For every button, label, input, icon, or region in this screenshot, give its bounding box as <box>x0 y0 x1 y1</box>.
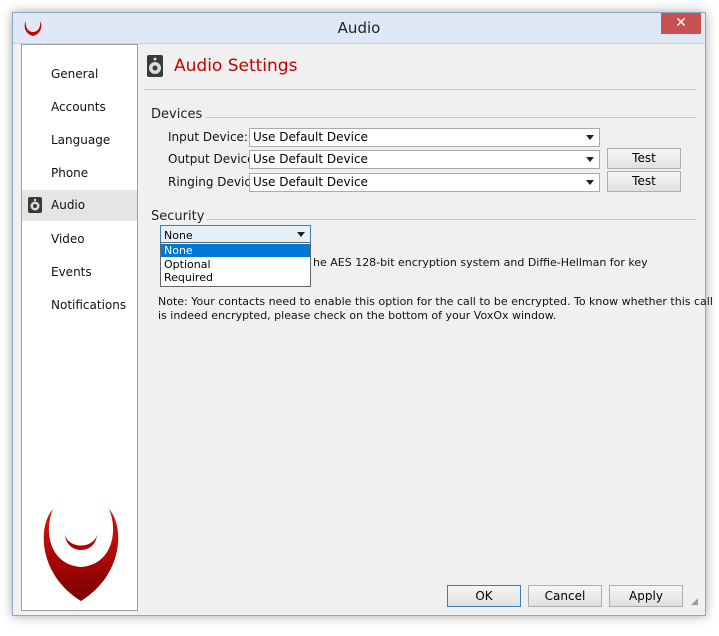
content-panel: Audio Settings Devices Input Device: Use… <box>137 44 713 609</box>
sidebar-item-events[interactable]: Events <box>22 257 137 288</box>
title-bar[interactable]: Audio ✕ <box>13 13 705 44</box>
security-option-none[interactable]: None <box>161 244 310 257</box>
option-label: Required <box>164 271 213 284</box>
ringing-device-value: Use Default Device <box>253 175 368 189</box>
chevron-down-icon <box>586 135 594 140</box>
chevron-down-icon <box>586 180 594 185</box>
security-description: he AES 128-bit encryption system and Dif… <box>313 256 648 269</box>
audio-dialog-window: Audio ✕ General Accounts Language Phone … <box>12 12 713 616</box>
input-device-select[interactable]: Use Default Device <box>249 128 600 147</box>
title-divider <box>144 89 696 90</box>
devices-group-label: Devices <box>151 107 203 122</box>
close-button[interactable]: ✕ <box>661 13 701 34</box>
security-group-label: Security <box>151 209 205 224</box>
output-test-button[interactable]: Test <box>607 148 681 169</box>
option-label: Optional <box>164 258 211 271</box>
sidebar-item-label: Video <box>51 232 85 246</box>
ringing-device-select[interactable]: Use Default Device <box>249 173 600 192</box>
devices-group-divider <box>206 117 696 118</box>
sidebar-item-label: Events <box>51 265 92 279</box>
voxox-logo <box>43 509 119 601</box>
sidebar-item-general[interactable]: General <box>22 59 137 90</box>
sidebar-item-accounts[interactable]: Accounts <box>22 92 137 123</box>
security-select-value: None <box>164 229 193 242</box>
page-title: Audio Settings <box>174 56 298 76</box>
output-device-select[interactable]: Use Default Device <box>249 150 600 169</box>
security-option-optional[interactable]: Optional <box>161 258 310 271</box>
security-group-divider <box>207 219 696 220</box>
sidebar-item-phone[interactable]: Phone <box>22 158 137 189</box>
output-device-label: Output Device: <box>168 152 259 166</box>
security-note-line1: Note: Your contacts need to enable this … <box>158 295 713 308</box>
sidebar-item-audio[interactable]: Audio <box>22 190 137 221</box>
input-device-label: Input Device: <box>168 130 248 144</box>
resize-grip-icon[interactable]: ◢ <box>691 597 701 607</box>
security-option-required[interactable]: Required <box>161 271 310 284</box>
sidebar-item-video[interactable]: Video <box>22 224 137 255</box>
window-title: Audio <box>337 19 381 37</box>
sidebar-item-label: Accounts <box>51 100 106 114</box>
chevron-down-icon <box>586 157 594 162</box>
option-label: None <box>164 244 193 257</box>
security-dropdown-list: None Optional Required <box>160 242 311 287</box>
settings-sidebar: General Accounts Language Phone Audio Vi… <box>21 44 138 611</box>
speaker-icon <box>28 197 42 213</box>
security-note-line2: is indeed encrypted, please check on the… <box>158 309 557 322</box>
sidebar-item-language[interactable]: Language <box>22 125 137 156</box>
ok-button[interactable]: OK <box>447 585 521 607</box>
sidebar-item-label: Notifications <box>51 298 127 312</box>
ringing-test-button[interactable]: Test <box>607 171 681 192</box>
output-device-value: Use Default Device <box>253 152 368 166</box>
speaker-icon <box>147 55 163 77</box>
cancel-button[interactable]: Cancel <box>528 585 602 607</box>
sidebar-item-label: Phone <box>51 166 89 180</box>
sidebar-item-notifications[interactable]: Notifications <box>22 290 137 321</box>
apply-button[interactable]: Apply <box>609 585 683 607</box>
input-device-value: Use Default Device <box>253 130 368 144</box>
chevron-down-icon <box>297 232 305 237</box>
sidebar-item-label: General <box>51 67 99 81</box>
sidebar-item-label: Audio <box>51 198 86 212</box>
sidebar-item-label: Language <box>51 133 111 147</box>
